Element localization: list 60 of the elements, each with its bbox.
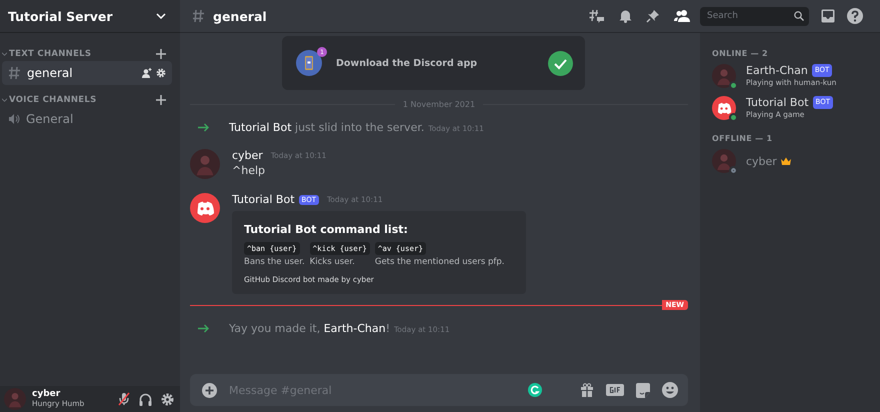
- threads-icon[interactable]: [589, 9, 605, 23]
- search-input[interactable]: Search: [705, 10, 794, 22]
- speaker-icon: [8, 113, 20, 125]
- hash-icon: [8, 65, 21, 81]
- embed-title: Tutorial Bot command list:: [244, 223, 409, 236]
- caret-icon[interactable]: [2, 97, 7, 103]
- join-arrow-icon: [198, 324, 209, 332]
- grammar-assistant-icon[interactable]: [528, 383, 542, 397]
- server-header[interactable]: Tutorial Server: [0, 0, 180, 33]
- user-avatar[interactable]: [712, 149, 736, 173]
- server-name: Tutorial Server: [8, 8, 113, 24]
- add-channel-icon[interactable]: [156, 49, 166, 59]
- member-group-title: OFFLINE — 1: [712, 134, 774, 143]
- settings-icon[interactable]: [161, 392, 174, 406]
- date-divider: 1 November 2021: [402, 100, 476, 109]
- author-name[interactable]: Tutorial Bot: [232, 193, 295, 206]
- author-name[interactable]: cyber: [232, 149, 263, 162]
- checkmark-icon[interactable]: [548, 50, 573, 76]
- command-description: Kicks user.: [310, 257, 355, 267]
- user-name: cyber: [32, 390, 62, 399]
- inbox-icon[interactable]: [821, 9, 835, 23]
- add-channel-icon[interactable]: [156, 95, 166, 105]
- invite-icon[interactable]: [142, 68, 152, 78]
- settings-icon[interactable]: [156, 68, 166, 78]
- banner-text: Download the Discord app: [336, 58, 478, 68]
- bot-avatar[interactable]: [712, 96, 736, 120]
- member-name[interactable]: Earth-Chan: [746, 65, 808, 76]
- category-label[interactable]: TEXT CHANNELS: [9, 49, 92, 59]
- pin-icon[interactable]: [646, 9, 660, 23]
- search-icon[interactable]: [794, 11, 804, 21]
- join-arrow-icon: [198, 122, 209, 132]
- system-message: Tutorial Bot just slid into the server.: [229, 120, 424, 134]
- category-label[interactable]: VOICE CHANNELS: [9, 95, 97, 105]
- gif-icon[interactable]: [606, 384, 624, 396]
- emoji-icon[interactable]: [662, 382, 678, 398]
- muted-microphone-icon[interactable]: [118, 392, 130, 406]
- user-avatar[interactable]: [712, 64, 736, 88]
- channel-title: general: [213, 8, 268, 24]
- member-group-title: ONLINE — 2: [712, 49, 769, 58]
- phone-app-icon: [296, 50, 322, 76]
- command-description: Gets the mentioned users pfp.: [374, 257, 504, 267]
- message-text: ^help: [232, 164, 266, 177]
- channel-item[interactable]: general: [2, 61, 172, 85]
- chevron-down-icon[interactable]: [156, 13, 166, 19]
- members-icon[interactable]: [674, 9, 690, 23]
- member-name[interactable]: Tutorial Bot: [746, 97, 809, 108]
- channel-item[interactable]: General: [2, 107, 172, 131]
- search-field[interactable]: Search: [700, 6, 809, 26]
- gift-icon[interactable]: [580, 383, 594, 397]
- hash-icon: [192, 8, 205, 24]
- member-name[interactable]: cyber: [746, 156, 777, 166]
- bell-icon[interactable]: [619, 9, 632, 23]
- add-icon[interactable]: [202, 382, 217, 398]
- bot-avatar[interactable]: [190, 193, 220, 223]
- command-description: Bans the user.: [244, 257, 305, 267]
- caret-icon[interactable]: [2, 51, 7, 57]
- sticker-icon[interactable]: [636, 382, 650, 398]
- headphones-icon[interactable]: [139, 392, 152, 406]
- system-message: Yay you made it, Earth-Chan!: [229, 322, 390, 334]
- help-icon[interactable]: [847, 8, 863, 24]
